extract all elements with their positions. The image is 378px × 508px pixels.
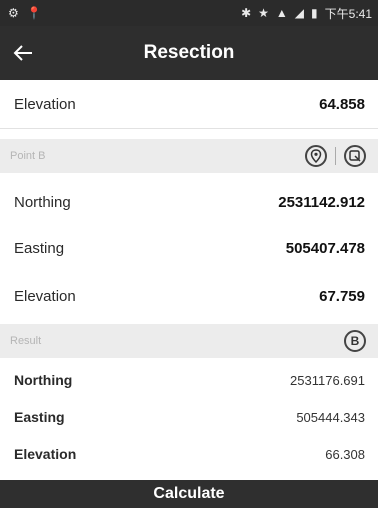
result-section-title: Result — [10, 335, 42, 347]
back-button[interactable] — [0, 26, 46, 80]
map-pin-icon — [310, 149, 322, 163]
pointB-section-title: Point B — [10, 150, 46, 162]
gear-icon: ⚙ — [8, 6, 19, 20]
status-bar: ⚙ 📍 ✱ ★ ▲ ◢ ▮ 下午5:41 — [0, 0, 378, 26]
pointB-easting-value[interactable]: 505407.478 — [286, 240, 365, 257]
result-elevation-row: Elevation 66.308 — [0, 437, 378, 471]
result-northing-row: Northing 2531176.691 — [0, 363, 378, 397]
status-time: 下午5:41 — [324, 6, 372, 21]
result-b-label: B — [350, 334, 360, 348]
result-northing-value: 2531176.691 — [290, 372, 365, 388]
result-elevation-value: 66.308 — [325, 446, 365, 462]
select-point-button[interactable] — [344, 145, 366, 167]
tool-separator — [335, 147, 336, 165]
pointB-elevation-value[interactable]: 67.759 — [319, 288, 365, 305]
bluetooth-icon: ✱ — [241, 6, 252, 20]
result-section-header: Result B — [0, 324, 378, 358]
calculate-button[interactable]: Calculate — [0, 480, 378, 508]
location-pin-icon: 📍 — [26, 6, 42, 20]
signal-icon: ◢ — [294, 6, 305, 20]
pointB-northing-row: Northing 2531142.912 — [0, 180, 378, 224]
pointB-elevation-row: Elevation 67.759 — [0, 274, 378, 318]
pointB-easting-row: Easting 505407.478 — [0, 226, 378, 270]
divider — [0, 128, 378, 129]
pointB-tools — [305, 145, 366, 167]
pointA-elevation-row: Elevation 64.858 — [0, 80, 378, 128]
back-arrow-icon — [13, 45, 32, 61]
result-easting-label: Easting — [14, 409, 65, 425]
battery-icon: ▮ — [311, 6, 318, 20]
select-point-icon — [349, 150, 361, 162]
pointA-elevation-label: Elevation — [14, 95, 76, 113]
page-title: Resection — [143, 42, 235, 63]
map-pin-button[interactable] — [305, 145, 327, 167]
pointA-elevation-value[interactable]: 64.858 — [319, 96, 365, 113]
star-icon: ★ — [258, 6, 269, 20]
pointB-northing-value[interactable]: 2531142.912 — [278, 194, 365, 211]
calculate-label: Calculate — [153, 485, 225, 502]
wifi-icon: ▲ — [275, 6, 288, 20]
pointB-elevation-label: Elevation — [14, 287, 76, 305]
result-northing-label: Northing — [14, 372, 73, 388]
result-elevation-label: Elevation — [14, 446, 77, 462]
pointB-section-header: Point B — [0, 139, 378, 173]
app-bar: Resection — [0, 26, 378, 80]
pointB-northing-label: Northing — [14, 193, 71, 211]
pointB-easting-label: Easting — [14, 239, 65, 257]
result-easting-row: Easting 505444.343 — [0, 400, 378, 434]
result-easting-value: 505444.343 — [296, 409, 365, 425]
result-b-button[interactable]: B — [344, 330, 366, 352]
